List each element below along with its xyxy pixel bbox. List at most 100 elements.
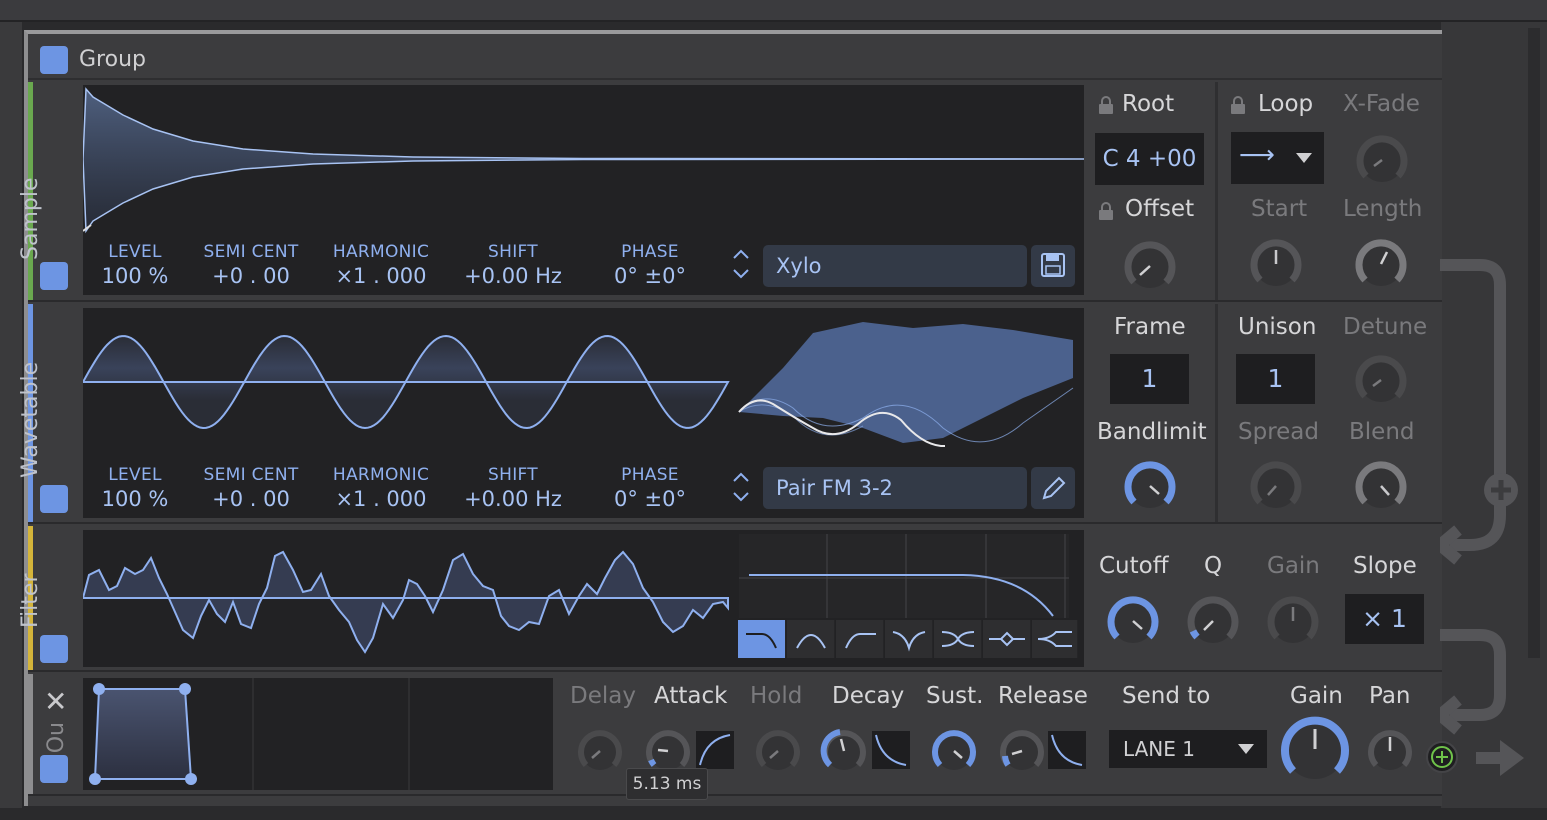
close-icon[interactable]: ✕ xyxy=(44,688,67,716)
wavetable-enable-checkbox[interactable] xyxy=(40,485,68,513)
hold-knob[interactable] xyxy=(752,725,804,777)
bandpass-filter-icon[interactable] xyxy=(787,620,835,658)
loop-mode-select[interactable]: ⟶ xyxy=(1231,132,1324,184)
wavetable-harmonic-value: ×1 . 000 xyxy=(335,487,427,511)
edit-pencil-icon[interactable] xyxy=(1031,467,1075,509)
lock-icon[interactable] xyxy=(1228,95,1248,115)
sample-shift-value: +0.00 Hz xyxy=(464,264,562,288)
envelope-stripe xyxy=(28,674,33,794)
sample-preset-name[interactable]: Xylo xyxy=(763,245,1027,287)
cutoff-knob[interactable] xyxy=(1103,591,1163,651)
sample-title: Sample xyxy=(18,177,43,261)
sample-semi-cent[interactable]: SEMI CENT +0 . 00 xyxy=(196,242,306,288)
attack-label: Attack xyxy=(654,683,728,709)
sample-enable-checkbox[interactable] xyxy=(40,262,68,290)
lane-select-value: LANE 1 xyxy=(1123,737,1195,761)
wavetable-3d-frames xyxy=(738,322,1074,447)
q-knob[interactable] xyxy=(1183,591,1243,651)
sample-level[interactable]: LEVEL 100 % xyxy=(80,242,190,288)
pan-knob[interactable] xyxy=(1364,725,1416,777)
wavetable-preset-name[interactable]: Pair FM 3-2 xyxy=(763,467,1027,509)
slope-label: Slope xyxy=(1353,553,1417,579)
envelope-enable-checkbox[interactable] xyxy=(40,755,68,783)
delay-knob[interactable] xyxy=(574,725,626,777)
release-knob[interactable] xyxy=(996,725,1048,777)
highpass-filter-icon[interactable] xyxy=(836,620,884,658)
sustain-knob[interactable] xyxy=(928,725,980,777)
start-knob[interactable] xyxy=(1246,234,1306,294)
wavetable-phase[interactable]: PHASE 0° ±0° xyxy=(595,465,705,511)
lane-select[interactable]: LANE 1 xyxy=(1109,730,1267,768)
hold-label: Hold xyxy=(750,683,803,709)
wavetable-semi-cent[interactable]: SEMI CENT +0 . 00 xyxy=(196,465,306,511)
xfade-knob[interactable] xyxy=(1352,130,1412,190)
frame-value[interactable]: 1 xyxy=(1110,354,1189,404)
sustain-label: Sust. xyxy=(926,683,984,709)
save-icon[interactable] xyxy=(1031,245,1075,287)
wavetable-preset-prev-next[interactable] xyxy=(730,467,752,513)
detune-knob[interactable] xyxy=(1351,350,1411,410)
envelope-title: Ou xyxy=(44,722,69,754)
bandlimit-label: Bandlimit xyxy=(1097,419,1207,445)
add-lane-icon[interactable] xyxy=(1481,470,1521,510)
length-knob[interactable] xyxy=(1351,234,1411,294)
filter-enable-checkbox[interactable] xyxy=(40,635,68,663)
lowpass-filter-icon[interactable] xyxy=(738,620,786,658)
decay-curve-button[interactable] xyxy=(872,731,910,769)
sample-level-value: 100 % xyxy=(101,264,169,288)
loop-label: Loop xyxy=(1258,91,1314,117)
sample-harmonic-label: HARMONIC xyxy=(332,242,430,262)
divider xyxy=(1215,304,1218,522)
peak-filter-icon[interactable] xyxy=(983,620,1031,658)
bandlimit-knob[interactable] xyxy=(1120,456,1180,516)
output-gain-knob[interactable] xyxy=(1275,709,1355,789)
delay-label: Delay xyxy=(570,683,636,709)
highshelf-filter-icon[interactable] xyxy=(1032,620,1078,658)
lock-icon[interactable] xyxy=(1096,201,1116,221)
window-top-bar xyxy=(0,0,1547,22)
sample-harmonic[interactable]: HARMONIC ×1 . 000 xyxy=(326,242,436,288)
group-title: Group xyxy=(79,47,146,72)
decay-knob[interactable] xyxy=(818,725,870,777)
detune-label: Detune xyxy=(1343,314,1428,340)
sample-phase-value: 0° ±0° xyxy=(614,264,686,288)
attack-curve-button[interactable] xyxy=(696,731,734,769)
wavetable-title: Wavetable xyxy=(18,361,43,478)
start-label: Start xyxy=(1251,196,1308,222)
curve-icon xyxy=(699,734,731,766)
sample-shift[interactable]: SHIFT +0.00 Hz xyxy=(458,242,568,288)
wavetable-level[interactable]: LEVEL 100 % xyxy=(80,465,190,511)
filter-title: Filter xyxy=(18,573,43,628)
bottom-edge xyxy=(0,808,1547,820)
filter-gain-knob[interactable] xyxy=(1263,591,1323,651)
divider xyxy=(1215,82,1218,300)
sample-phase[interactable]: PHASE 0° ±0° xyxy=(595,242,705,288)
envelope-display[interactable] xyxy=(83,678,553,790)
wavetable-shift[interactable]: SHIFT +0.00 Hz xyxy=(458,465,568,511)
sample-phase-label: PHASE xyxy=(621,242,679,262)
spread-knob[interactable] xyxy=(1246,456,1306,516)
release-curve-button[interactable] xyxy=(1048,731,1086,769)
pan-label: Pan xyxy=(1369,683,1411,709)
slope-value[interactable]: × 1 xyxy=(1345,594,1424,644)
routing-arrows xyxy=(1440,259,1524,776)
blend-label: Blend xyxy=(1349,419,1415,445)
wavetable-harmonic[interactable]: HARMONIC ×1 . 000 xyxy=(326,465,436,511)
decay-label: Decay xyxy=(832,683,905,709)
offset-knob[interactable] xyxy=(1120,236,1180,296)
sample-semi-cent-value: +0 . 00 xyxy=(212,264,290,288)
lowshelf-filter-icon[interactable] xyxy=(934,620,982,658)
lock-icon[interactable] xyxy=(1096,95,1116,115)
unison-value[interactable]: 1 xyxy=(1236,354,1315,404)
value-tooltip: 5.13 ms xyxy=(626,768,708,800)
frame-label: Frame xyxy=(1114,314,1186,340)
group-enable-checkbox[interactable] xyxy=(40,46,68,74)
root-note-value[interactable]: C 4 +00 xyxy=(1095,133,1204,185)
sample-preset-prev-next[interactable] xyxy=(730,244,752,290)
release-label: Release xyxy=(998,683,1088,709)
add-output-icon[interactable] xyxy=(1424,739,1460,775)
blend-knob[interactable] xyxy=(1351,456,1411,516)
notch-filter-icon[interactable] xyxy=(885,620,933,658)
filter-gain-label: Gain xyxy=(1267,553,1320,579)
output-gain-label: Gain xyxy=(1290,683,1343,709)
